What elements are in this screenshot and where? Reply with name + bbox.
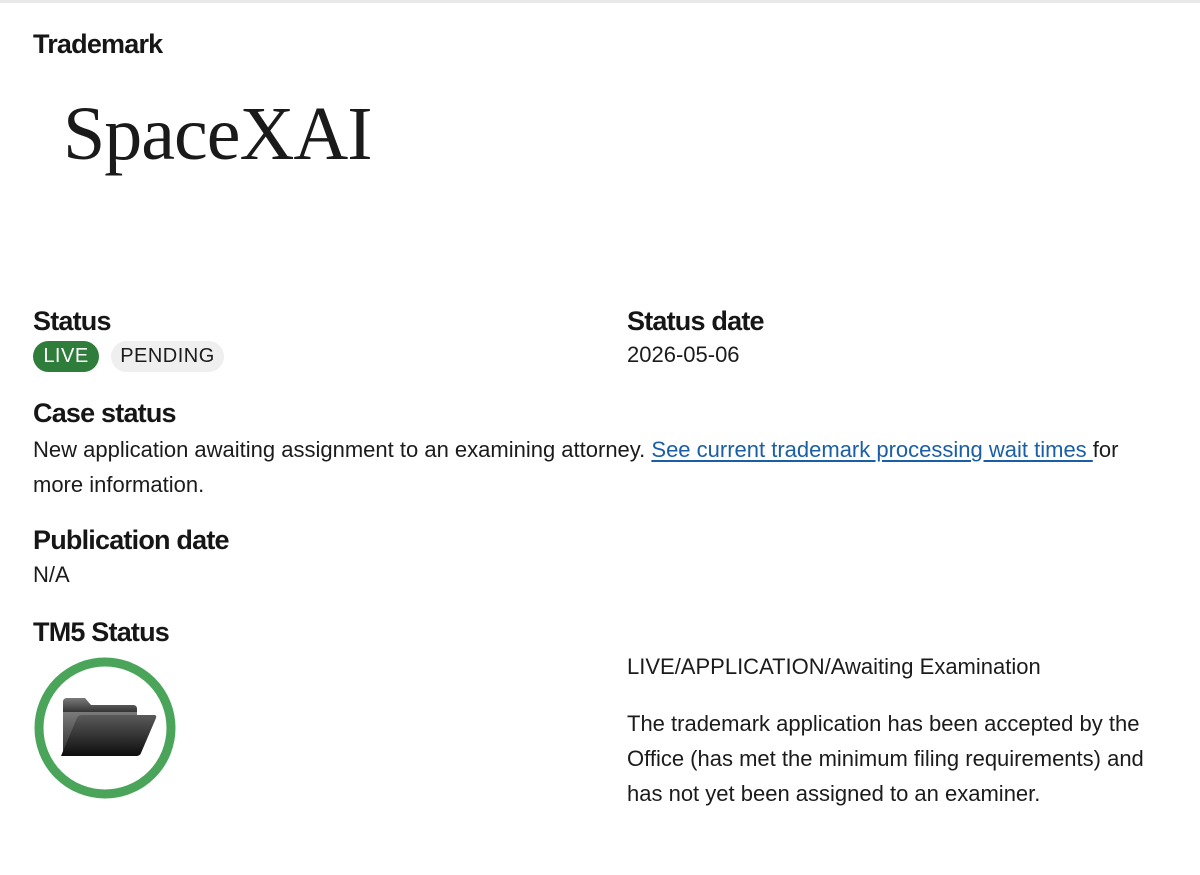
trademark-mark-image: SpaceXAI [63,92,373,176]
case-status-heading: Case status [33,398,177,428]
publication-date-heading: Publication date [33,525,230,555]
tm5-status-heading: TM5 Status [33,617,170,647]
trademark-heading: Trademark [33,29,163,59]
status-badge-pending: PENDING [111,341,224,372]
status-heading: Status [33,306,112,336]
status-badge-live: LIVE [33,341,99,372]
open-folder-icon [34,657,176,799]
case-status-description: New application awaiting assignment to a… [33,437,652,462]
tm5-status-badge [33,656,177,800]
top-divider [0,0,1200,3]
status-date-value: 2026-05-06 [627,342,740,367]
publication-date-value: N/A [33,562,70,587]
tm5-status-description: The trademark application has been accep… [627,711,1144,806]
case-status-text: New application awaiting assignment to a… [33,432,1173,502]
status-date-heading: Status date [627,306,765,336]
tm5-status-summary: LIVE/APPLICATION/Awaiting Examination [627,654,1041,679]
wait-times-link[interactable]: See current trademark processing wait ti… [651,437,1092,462]
